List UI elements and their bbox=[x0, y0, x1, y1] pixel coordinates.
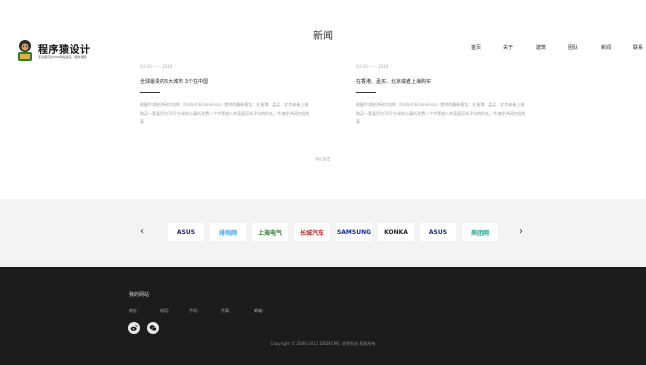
partner-logo[interactable]: KONKA bbox=[378, 223, 414, 241]
carousel-next-button[interactable]: › bbox=[519, 227, 523, 237]
partner-logo[interactable]: SAMSUNG bbox=[336, 223, 372, 241]
nav-item-architecture[interactable]: 建筑 bbox=[536, 44, 546, 51]
news-excerpt: 根据牛津经济研究机构（Oxford Economics）提供的最新报告：在香港、… bbox=[356, 102, 526, 124]
site-footer: 我的网站 地址： 电话： 手机： 传真： 邮箱： Copyright © 200… bbox=[0, 267, 646, 365]
contact-email: 邮箱： bbox=[254, 308, 266, 313]
partner-logo[interactable]: 上海电气 bbox=[252, 223, 288, 241]
news-date: 03-26 —— 2019 bbox=[140, 64, 173, 69]
partners-carousel: ‹ ASUS 排挡网 上海电气 长城汽车 SAMSUNG KONKA ASUS … bbox=[0, 199, 646, 267]
partner-logo[interactable]: ASUS bbox=[420, 223, 456, 241]
partner-logo[interactable]: 排挡网 bbox=[210, 223, 246, 241]
carousel-prev-button[interactable]: ‹ bbox=[140, 227, 144, 237]
news-excerpt: 根据牛津经济研究机构（Oxford Economics）提供的最新报告：在香港、… bbox=[140, 102, 310, 124]
news-headline[interactable]: 全球最贵的5大城市 3个在中国 bbox=[140, 78, 310, 86]
partner-logo[interactable]: 长城汽车 bbox=[294, 223, 330, 241]
news-headline[interactable]: 在香港、孟买、北京或者上海购买 bbox=[356, 78, 526, 86]
news-card[interactable]: 03-26 —— 2019 在香港、孟买、北京或者上海购买 根据牛津经济研究机构… bbox=[356, 64, 526, 137]
weibo-glyph-icon bbox=[130, 324, 138, 331]
copyright-text: Copyright © 2004-2011 DEDECMS. 织梦科技 版权所有 bbox=[270, 341, 376, 346]
partner-logo[interactable]: 美团网 bbox=[462, 223, 498, 241]
partner-logo[interactable]: ASUS bbox=[168, 223, 204, 241]
news-date: 03-26 —— 2019 bbox=[356, 64, 389, 69]
contact-address: 地址： bbox=[129, 308, 141, 313]
contact-mobile: 手机： bbox=[189, 308, 201, 313]
wechat-glyph-icon bbox=[149, 325, 157, 331]
divider bbox=[140, 92, 160, 93]
nav-item-team[interactable]: 团队 bbox=[568, 44, 578, 51]
nav-item-about[interactable]: 关于 bbox=[503, 44, 513, 51]
wechat-icon[interactable] bbox=[147, 322, 159, 334]
nav-item-contact[interactable]: 联系 bbox=[633, 44, 643, 51]
contact-fax: 传真： bbox=[221, 308, 233, 313]
main-nav: 首页 关于 建筑 团队 新闻 联系 bbox=[0, 44, 646, 54]
partner-logo-strip: ASUS 排挡网 上海电气 长城汽车 SAMSUNG KONKA ASUS 美团… bbox=[168, 223, 502, 241]
weibo-icon[interactable] bbox=[128, 322, 140, 334]
logo-subtitle: 专注程序猿CMS网站建设 · 服务保障 bbox=[38, 55, 87, 59]
nav-item-news[interactable]: 新闻 bbox=[601, 44, 611, 51]
footer-title: 我的网站 bbox=[129, 292, 150, 298]
divider bbox=[356, 92, 376, 93]
nav-item-home[interactable]: 首页 bbox=[471, 44, 481, 51]
news-card[interactable]: 03-26 —— 2019 全球最贵的5大城市 3个在中国 根据牛津经济研究机构… bbox=[140, 64, 310, 137]
more-link[interactable]: MORE bbox=[0, 157, 646, 163]
contact-phone: 电话： bbox=[160, 308, 172, 313]
